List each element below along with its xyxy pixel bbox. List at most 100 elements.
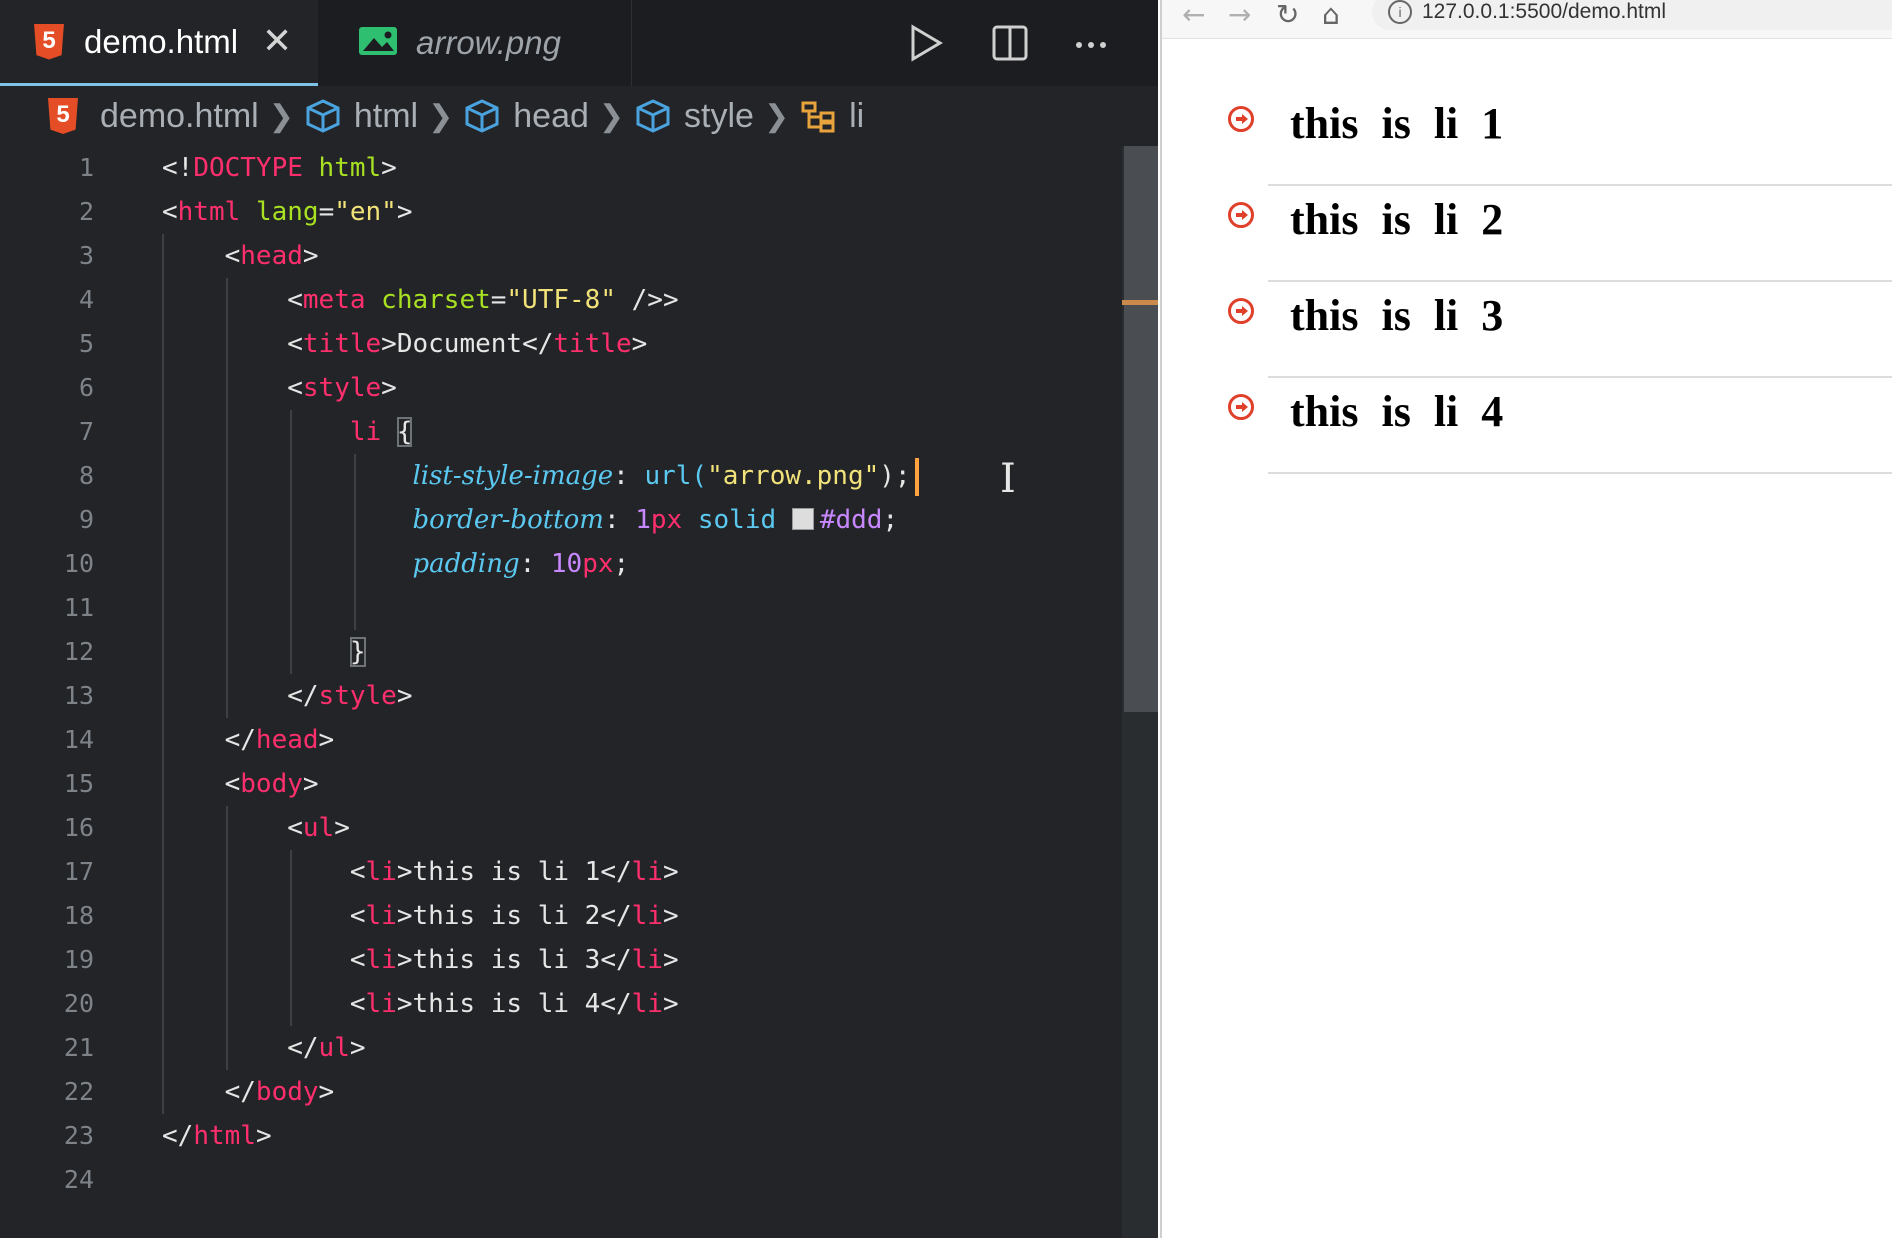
ibeam-cursor-icon: I xyxy=(1000,456,1016,502)
code-token: padding xyxy=(412,549,520,579)
list-item-text: this is li 1 xyxy=(1290,99,1504,148)
code-token: 10 xyxy=(550,549,583,579)
code-token: 1 xyxy=(635,505,651,535)
code-token: Document xyxy=(396,329,523,359)
html5-file-icon: 5 xyxy=(48,98,78,134)
line-number: 17 xyxy=(63,857,94,886)
home-icon[interactable]: ⌂ xyxy=(1322,0,1340,30)
line-number: 24 xyxy=(63,1165,94,1194)
matched-brace: } xyxy=(349,637,366,667)
css-rule-icon xyxy=(801,101,835,133)
arrow-bullet-icon xyxy=(1228,394,1254,420)
line-number: 1 xyxy=(78,153,94,182)
list-item-text: this is li 3 xyxy=(1290,291,1504,340)
breadcrumb-item-head[interactable]: head xyxy=(463,97,589,136)
code-line: } xyxy=(162,630,1122,674)
code-line: <li>this is li 2</li> xyxy=(162,901,679,931)
url-text: 127.0.0.1:5500/demo.html xyxy=(1422,0,1667,23)
line-number: 3 xyxy=(78,241,94,270)
code-token: DOCTYPE xyxy=(193,153,303,183)
split-editor-button[interactable] xyxy=(985,18,1035,68)
code-token: li xyxy=(365,901,397,931)
chevron-right-icon: ❯ xyxy=(268,99,294,133)
code-editor[interactable]: 5 demo.html ✕ arrow.png 5 demo.html ❯ ht… xyxy=(0,0,1158,1238)
info-icon[interactable]: i xyxy=(1388,0,1412,24)
code-line: list-style-image: url("arrow.png"); xyxy=(162,454,1122,498)
code-token: head xyxy=(240,241,303,271)
breadcrumb-label: li xyxy=(849,96,865,135)
run-button[interactable] xyxy=(900,18,950,68)
line-number: 8 xyxy=(78,461,94,490)
code-line: </html> xyxy=(162,1121,272,1151)
code-line: </head> xyxy=(162,725,335,755)
ellipsis-icon xyxy=(1076,42,1106,48)
browser-toolbar: ← → ↻ ⌂ i 127.0.0.1:5500/demo.html xyxy=(1162,0,1892,39)
code-token: li xyxy=(631,945,663,975)
chevron-right-icon: ❯ xyxy=(763,99,790,133)
code-token: #ddd xyxy=(819,505,883,535)
close-icon[interactable]: ✕ xyxy=(262,22,292,62)
line-number: 6 xyxy=(78,373,94,402)
breadcrumb-item-style[interactable]: style xyxy=(634,97,754,136)
code-token: this is li 1 xyxy=(412,857,601,887)
code-line: li { xyxy=(162,410,1122,454)
code-token: px xyxy=(650,505,683,535)
tab-demo-html[interactable]: 5 demo.html ✕ xyxy=(0,0,318,86)
code-token: body xyxy=(255,1077,319,1107)
list-item: this is li 3 xyxy=(1228,282,1892,378)
forward-arrow-icon[interactable]: → xyxy=(1228,0,1251,30)
code-token: li xyxy=(365,857,397,887)
code-area[interactable]: <!DOCTYPE html> <html lang="en"> <head> … xyxy=(162,146,1122,1202)
code-line: <meta charset="UTF-8" />> xyxy=(162,285,679,315)
arrow-bullet-icon xyxy=(1228,202,1254,228)
code-line: <!DOCTYPE html> xyxy=(162,146,1122,190)
back-arrow-icon[interactable]: ← xyxy=(1182,0,1205,30)
breadcrumb-item-li[interactable]: li xyxy=(799,97,864,136)
line-number: 19 xyxy=(63,945,94,974)
code-token: title xyxy=(553,329,632,359)
breadcrumb-item-html[interactable]: html xyxy=(304,97,418,136)
code-token: this is li 2 xyxy=(412,901,601,931)
code-token: list-style-image xyxy=(412,461,614,491)
arrow-bullet-icon xyxy=(1228,298,1254,324)
address-bar[interactable]: i 127.0.0.1:5500/demo.html xyxy=(1372,0,1892,30)
color-swatch-icon[interactable] xyxy=(791,508,814,530)
element-cube-icon xyxy=(306,99,340,133)
line-number: 10 xyxy=(63,549,94,578)
code-token: "en" xyxy=(334,197,397,227)
line-number: 7 xyxy=(78,417,94,446)
scrollbar-thumb[interactable] xyxy=(1124,146,1158,712)
line-number-gutter: 1 2 3 4 5 6 7 8 9 10 11 12 13 14 15 16 1… xyxy=(0,146,110,1202)
tab-bar: 5 demo.html ✕ arrow.png xyxy=(0,0,1158,86)
arrow-bullet-icon xyxy=(1228,106,1254,132)
code-line: </ul> xyxy=(162,1033,366,1063)
code-token: li xyxy=(631,857,663,887)
code-token: li xyxy=(631,989,663,1019)
text-cursor xyxy=(914,457,919,496)
code-token: /> xyxy=(615,285,663,315)
code-token: li xyxy=(365,989,397,1019)
tab-arrow-png[interactable]: arrow.png xyxy=(318,0,632,86)
code-token: meta xyxy=(302,285,366,315)
code-token: li xyxy=(349,417,382,447)
code-token: html xyxy=(193,1121,256,1151)
code-line: <head> xyxy=(162,241,319,271)
line-number: 18 xyxy=(63,901,94,930)
code-token: ul xyxy=(302,813,335,843)
code-token: ul xyxy=(318,1033,350,1063)
code-token: ); xyxy=(879,461,911,491)
more-actions-button[interactable] xyxy=(1066,18,1116,68)
line-number: 15 xyxy=(63,769,94,798)
element-cube-icon xyxy=(465,99,499,133)
list-item-text: this is li 4 xyxy=(1290,387,1504,436)
reload-icon[interactable]: ↻ xyxy=(1276,0,1299,30)
code-token: solid xyxy=(697,505,777,535)
breadcrumb-item-file[interactable]: 5 demo.html xyxy=(48,97,259,136)
tab-label: arrow.png xyxy=(416,24,561,61)
breadcrumb-label: head xyxy=(513,96,589,135)
code-line: <html lang="en"> xyxy=(162,197,413,227)
line-number: 12 xyxy=(63,637,94,666)
code-line: </style> xyxy=(162,681,413,711)
line-number: 23 xyxy=(63,1121,94,1150)
line-number: 20 xyxy=(63,989,94,1018)
